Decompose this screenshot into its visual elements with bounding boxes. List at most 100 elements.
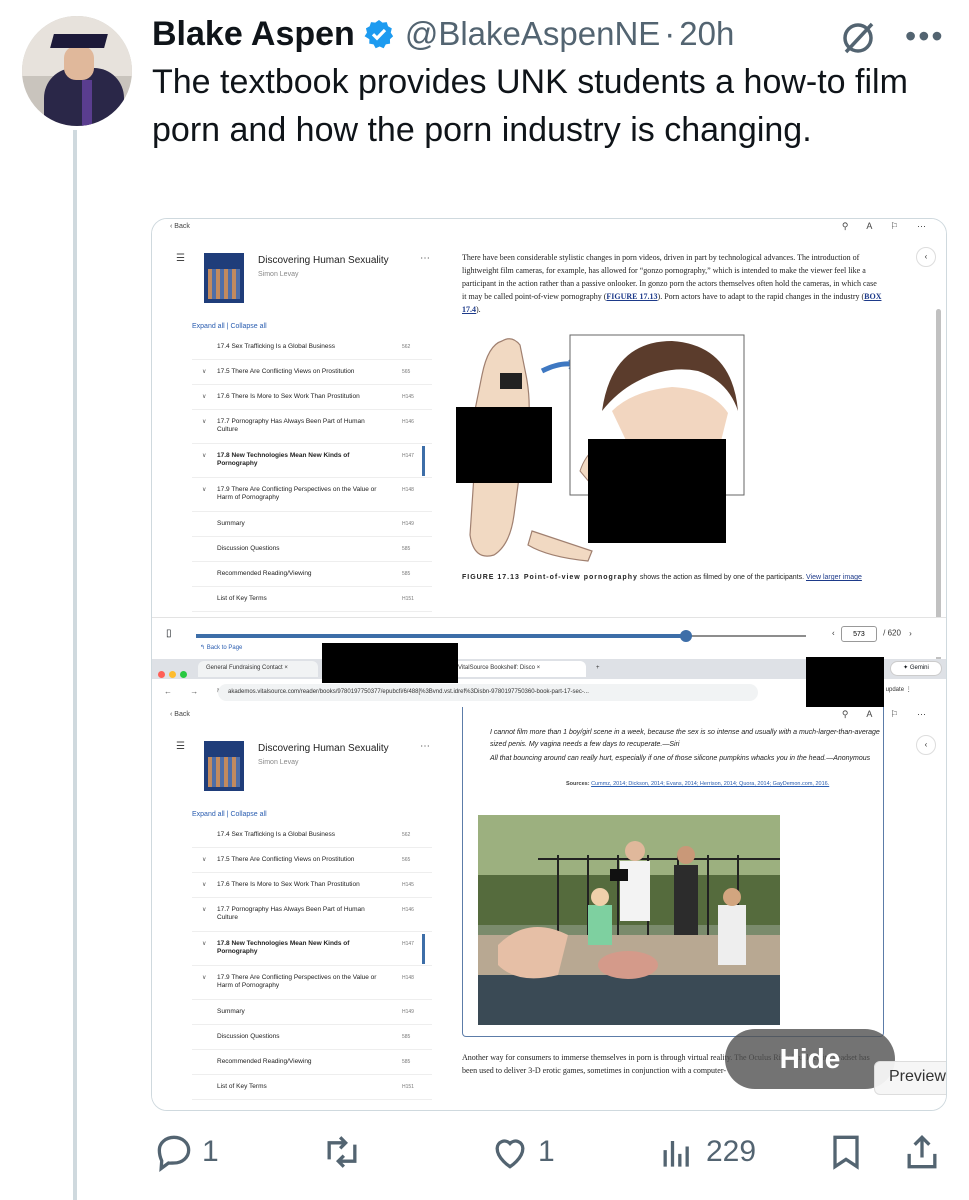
tweet-header: Blake Aspen @BlakeAspenNE · 20h	[152, 12, 734, 56]
toc-item[interactable]: Discussion Questions 585	[192, 1025, 432, 1050]
toc-item[interactable]: ∨ 17.6 There Is More to Sex Work Than Pro…	[192, 385, 432, 410]
toc-item-active[interactable]: ∨ 17.8 New Technologies Mean New Kinds of…	[192, 444, 432, 478]
figure-link[interactable]: FIGURE 17.13	[606, 292, 657, 301]
page-total: / 620	[883, 628, 901, 638]
toc-page: 585	[402, 571, 411, 577]
page-number-input[interactable]	[840, 626, 877, 642]
collapse-all-link[interactable]: Collapse all	[230, 811, 266, 818]
toc-item[interactable]: ∨ 17.5 There Are Conflicting Views on Pro…	[192, 360, 432, 385]
views-button[interactable]: 229	[656, 1130, 756, 1174]
hide-button[interactable]: Hide	[725, 1029, 895, 1089]
redaction-box	[322, 643, 458, 683]
url-field[interactable]: akademos.vitalsource.com/reader/books/97…	[218, 684, 758, 701]
toc-item[interactable]: Summary H149	[192, 512, 432, 537]
chevron-down-icon[interactable]: ∨	[202, 906, 206, 913]
reply-count: 1	[202, 1135, 219, 1168]
avatar[interactable]	[22, 16, 132, 126]
toc-item[interactable]: List of Key Terms H151	[192, 587, 432, 612]
expand-collapse: Expand all | Collapse all	[192, 811, 267, 818]
toc-label: Recommended Reading/Viewing	[217, 1058, 312, 1065]
reader-toolbar-icons[interactable]: ⚲ A ⚐ ⋯	[842, 221, 934, 232]
back-link[interactable]: ‹ Back	[170, 711, 190, 718]
toc-item[interactable]: ∨ 17.9 There Are Conflicting Perspectives…	[192, 966, 432, 1000]
toc-item[interactable]: Recommended Reading/Viewing 585	[192, 562, 432, 587]
toc-label: 17.5 There Are Conflicting Views on Pros…	[217, 368, 355, 375]
author-handle[interactable]: @BlakeAspenNE	[405, 15, 660, 53]
preview-popover[interactable]: Preview	[874, 1061, 946, 1095]
chevron-down-icon[interactable]: ∨	[202, 486, 206, 493]
toc-item[interactable]: 17.4 Sex Trafficking Is a Global Busines…	[192, 335, 432, 360]
next-page-icon[interactable]: ›	[909, 629, 912, 638]
new-tab-button[interactable]: +	[588, 661, 608, 677]
toc-item[interactable]: ∨ 17.7 Pornography Has Always Been Part o…	[192, 410, 432, 444]
bookmark-button[interactable]	[824, 1130, 868, 1174]
figure-caption: FIGURE 17.13 Point-of-view pornography s…	[462, 574, 862, 581]
chevron-down-icon[interactable]: ∨	[202, 368, 206, 375]
chevron-down-icon[interactable]: ∨	[202, 856, 206, 863]
book-author: Simon Levay	[258, 271, 299, 278]
reply-button[interactable]: 1	[152, 1130, 219, 1174]
like-button[interactable]: 1	[488, 1130, 555, 1174]
redaction-box	[456, 407, 552, 483]
toc-item[interactable]: 17.4 Sex Trafficking Is a Global Busines…	[192, 823, 432, 848]
verified-badge-icon	[364, 20, 393, 49]
retweet-icon	[327, 1136, 357, 1168]
chevron-down-icon[interactable]: ∨	[202, 940, 206, 947]
tweet-media[interactable]: ‹ Back ⚲ A ⚐ ⋯ ☰ Discovering Human Sexua…	[151, 218, 947, 1111]
toc-item[interactable]: ∨ 17.7 Pornography Has Always Been Part o…	[192, 898, 432, 932]
grok-icon[interactable]	[838, 18, 878, 58]
like-count: 1	[538, 1135, 555, 1168]
toc-page: 585	[402, 546, 411, 552]
reader-paragraph: There have been considerable stylistic c…	[462, 253, 882, 314]
chevron-down-icon[interactable]: ∨	[202, 974, 206, 981]
toc-label: 17.8 New Technologies Mean New Kinds of …	[217, 940, 350, 955]
book-cover	[204, 253, 244, 303]
toc-page: H151	[402, 596, 414, 602]
progress-handle[interactable]	[680, 630, 692, 642]
toc-page: 585	[402, 1059, 411, 1065]
collapse-panel-icon[interactable]: ‹	[916, 735, 936, 755]
divider: |	[226, 811, 229, 818]
toc-item[interactable]: ∨ 17.5 There Are Conflicting Views on Pro…	[192, 848, 432, 873]
share-button[interactable]	[900, 1130, 944, 1174]
caption-title: Point-of-view pornography	[523, 574, 638, 581]
retweet-button[interactable]	[320, 1130, 364, 1174]
toc-item[interactable]: ∨ 17.9 There Are Conflicting Perspectives…	[192, 478, 432, 512]
expand-all-link[interactable]: Expand all	[192, 323, 225, 330]
box-quotes: I cannot film more than 1 boy/girl scene…	[490, 727, 880, 765]
browser-tab-active[interactable]: VitalSource Bookshelf: Disco ×	[450, 661, 586, 677]
toc-item[interactable]: Summary H149	[192, 1000, 432, 1025]
expand-all-link[interactable]: Expand all	[192, 811, 225, 818]
toc-label: 17.4 Sex Trafficking Is a Global Busines…	[217, 831, 336, 838]
chevron-down-icon[interactable]: ∨	[202, 418, 206, 425]
collapse-all-link[interactable]: Collapse all	[230, 323, 266, 330]
toc-item[interactable]: ∨ 17.6 There Is More to Sex Work Than Pro…	[192, 873, 432, 898]
toc-label: 17.9 There Are Conflicting Perspectives …	[217, 974, 377, 989]
browser-tab[interactable]: General Fundraising Contact ×	[198, 661, 318, 677]
menu-icon[interactable]: ☰	[176, 741, 185, 752]
collapse-panel-icon[interactable]: ‹	[916, 247, 936, 267]
bookmark-page-icon[interactable]: ▯	[166, 628, 172, 639]
book-more-icon[interactable]: ⋯	[420, 741, 430, 752]
chevron-down-icon[interactable]: ∨	[202, 881, 206, 888]
sources-links[interactable]: Cummz, 2014; Dickson, 2014; Evans, 2014;…	[591, 781, 829, 787]
back-link[interactable]: ‹ Back	[170, 223, 190, 230]
toc-item[interactable]: List of Key Terms H151	[192, 1075, 432, 1100]
chevron-down-icon[interactable]: ∨	[202, 452, 206, 459]
gemini-button[interactable]: ✦ Gemini	[890, 661, 942, 676]
view-larger-link[interactable]: View larger image	[806, 574, 862, 581]
book-more-icon[interactable]: ⋯	[420, 253, 430, 264]
toc-page: H147	[402, 453, 414, 459]
toc-label: Summary	[217, 1008, 245, 1015]
chevron-down-icon[interactable]: ∨	[202, 393, 206, 400]
author-name[interactable]: Blake Aspen	[152, 15, 355, 54]
toc-item-active[interactable]: ∨ 17.8 New Technologies Mean New Kinds of…	[192, 932, 432, 966]
toc-page: H147	[402, 941, 414, 947]
menu-icon[interactable]: ☰	[176, 253, 185, 264]
more-icon[interactable]: •••	[905, 18, 945, 55]
toc-item[interactable]: Recommended Reading/Viewing 585	[192, 1050, 432, 1075]
timestamp[interactable]: 20h	[679, 15, 734, 53]
prev-page-icon[interactable]: ‹	[832, 629, 835, 638]
toc-item[interactable]: Discussion Questions 585	[192, 537, 432, 562]
back-to-page-link[interactable]: ↰ Back to Page	[200, 644, 242, 651]
